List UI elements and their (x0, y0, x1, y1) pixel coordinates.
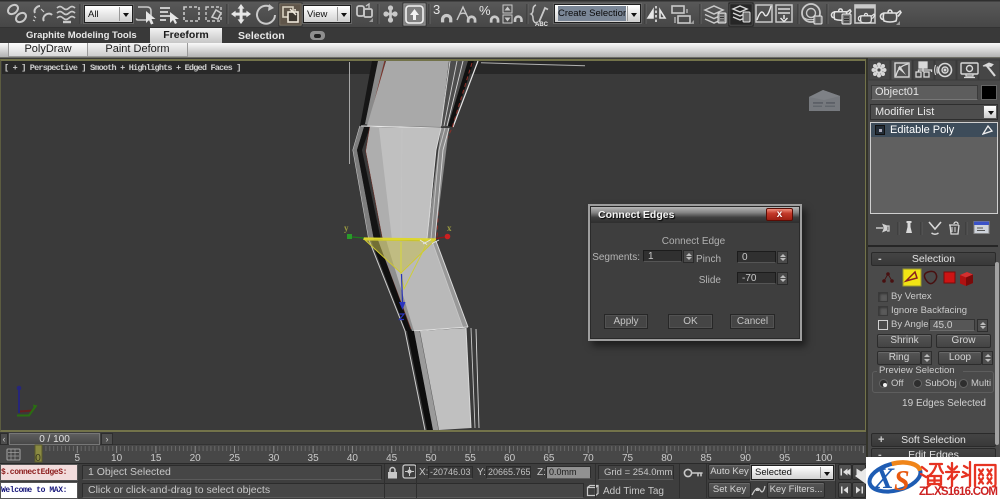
svg-text:ZL.XS1616.COM: ZL.XS1616.COM (919, 486, 998, 497)
svg-text:x: x (447, 223, 452, 233)
svg-text:30: 30 (268, 453, 280, 463)
svg-text:90: 90 (740, 453, 752, 463)
svg-text:95: 95 (779, 453, 791, 463)
svg-text:60: 60 (504, 453, 516, 463)
svg-text:20: 20 (190, 453, 202, 463)
svg-text:5: 5 (75, 453, 81, 463)
svg-text:65: 65 (543, 453, 555, 463)
svg-text:55: 55 (465, 453, 477, 463)
svg-text:35: 35 (308, 453, 320, 463)
svg-text:X: X (873, 462, 895, 495)
svg-text:y: y (344, 223, 349, 233)
svg-text:40: 40 (347, 453, 359, 463)
svg-text:15: 15 (150, 453, 162, 463)
svg-text:45: 45 (386, 453, 398, 463)
svg-text:50: 50 (425, 453, 437, 463)
svg-text:S: S (894, 466, 910, 497)
svg-text:100: 100 (816, 453, 833, 463)
svg-text:25: 25 (229, 453, 241, 463)
svg-text:70: 70 (583, 453, 595, 463)
svg-text:75: 75 (622, 453, 634, 463)
svg-text:0: 0 (35, 453, 41, 463)
svg-text:80: 80 (661, 453, 673, 463)
svg-text:85: 85 (701, 453, 713, 463)
svg-text:10: 10 (111, 453, 123, 463)
svg-text:3: 3 (433, 2, 440, 17)
svg-text:%: % (479, 3, 491, 18)
